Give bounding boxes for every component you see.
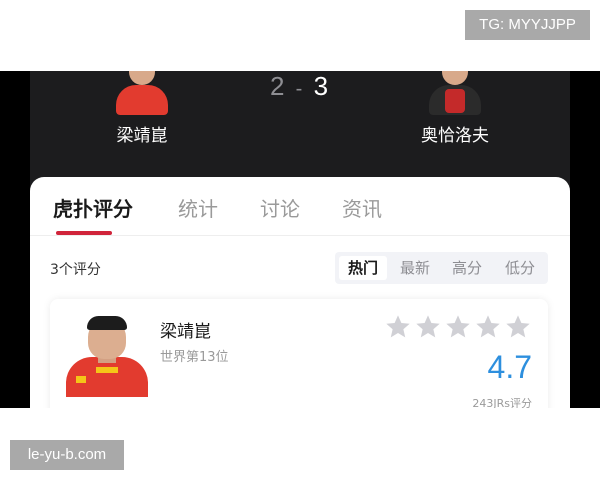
tab-stats[interactable]: 统计 bbox=[178, 193, 218, 222]
score-separator: - bbox=[295, 78, 305, 100]
score-left: 2 bbox=[269, 71, 287, 101]
star-icon[interactable] bbox=[414, 313, 442, 341]
active-tab-indicator bbox=[56, 231, 112, 235]
site-watermark: le-yu-b.com bbox=[10, 440, 124, 470]
player-left-name[interactable]: 梁靖崑 bbox=[62, 121, 222, 146]
player-right-name[interactable]: 奥恰洛夫 bbox=[375, 121, 535, 146]
sort-low-button[interactable]: 低分 bbox=[496, 256, 544, 280]
sort-latest-button[interactable]: 最新 bbox=[391, 256, 439, 280]
match-score: 2 - 3 bbox=[30, 71, 570, 102]
card-player-name: 梁靖崑 bbox=[160, 322, 211, 342]
star-icon[interactable] bbox=[504, 313, 532, 341]
tg-watermark: TG: MYYJJPP bbox=[465, 10, 590, 40]
rating-count-label: 3个评分 bbox=[50, 262, 101, 278]
sort-segmented-control: 热门 最新 高分 低分 bbox=[335, 252, 548, 284]
player-rating-card[interactable]: 梁靖崑 世界第13位 4.7 243JRs评分 bbox=[50, 299, 548, 408]
tab-news[interactable]: 资讯 bbox=[342, 193, 382, 222]
tab-hupu-rating[interactable]: 虎扑评分 bbox=[53, 193, 133, 222]
app-screen: 2 - 3 梁靖崑 奥恰洛夫 虎扑评分 统计 讨论 资讯 3个评分 热门 最新 bbox=[0, 71, 600, 408]
content-panel: 虎扑评分 统计 讨论 资讯 3个评分 热门 最新 高分 低分 梁靖崑 世界第13… bbox=[30, 177, 570, 408]
score-right: 3 bbox=[313, 71, 331, 101]
star-icon[interactable] bbox=[444, 313, 472, 341]
sort-high-button[interactable]: 高分 bbox=[443, 256, 491, 280]
rating-count: 243JRs评分 bbox=[472, 397, 532, 408]
player-photo bbox=[66, 313, 148, 397]
card-player-rank: 世界第13位 bbox=[160, 350, 229, 365]
sort-hot-button[interactable]: 热门 bbox=[339, 256, 387, 280]
star-icon[interactable] bbox=[474, 313, 502, 341]
tab-bar: 虎扑评分 统计 讨论 资讯 bbox=[30, 177, 570, 236]
star-icon[interactable] bbox=[384, 313, 412, 341]
page: TG: MYYJJPP 2 - 3 梁靖崑 奥恰洛夫 虎扑评分 统计 讨论 资讯… bbox=[0, 0, 600, 480]
rating-stars[interactable] bbox=[384, 313, 532, 341]
tab-discussion[interactable]: 讨论 bbox=[260, 193, 300, 222]
average-score: 4.7 bbox=[487, 349, 532, 385]
match-detail-view: 2 - 3 梁靖崑 奥恰洛夫 虎扑评分 统计 讨论 资讯 3个评分 热门 最新 bbox=[30, 71, 570, 408]
